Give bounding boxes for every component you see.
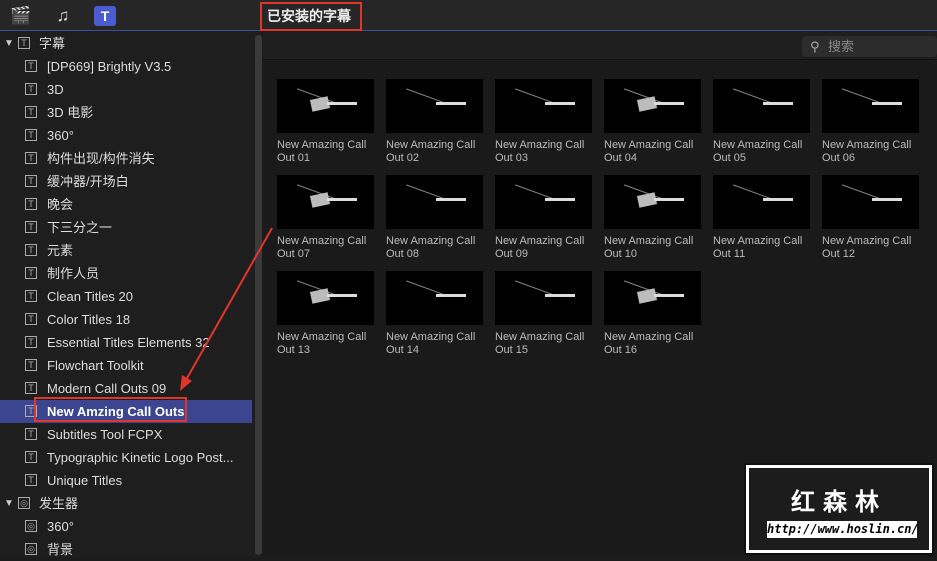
watermark-title: 红森林	[791, 489, 887, 516]
watermark-url: http://www.hoslin.cn/	[767, 521, 919, 538]
watermark: 红森林 http://www.hoslin.cn/	[744, 463, 934, 555]
